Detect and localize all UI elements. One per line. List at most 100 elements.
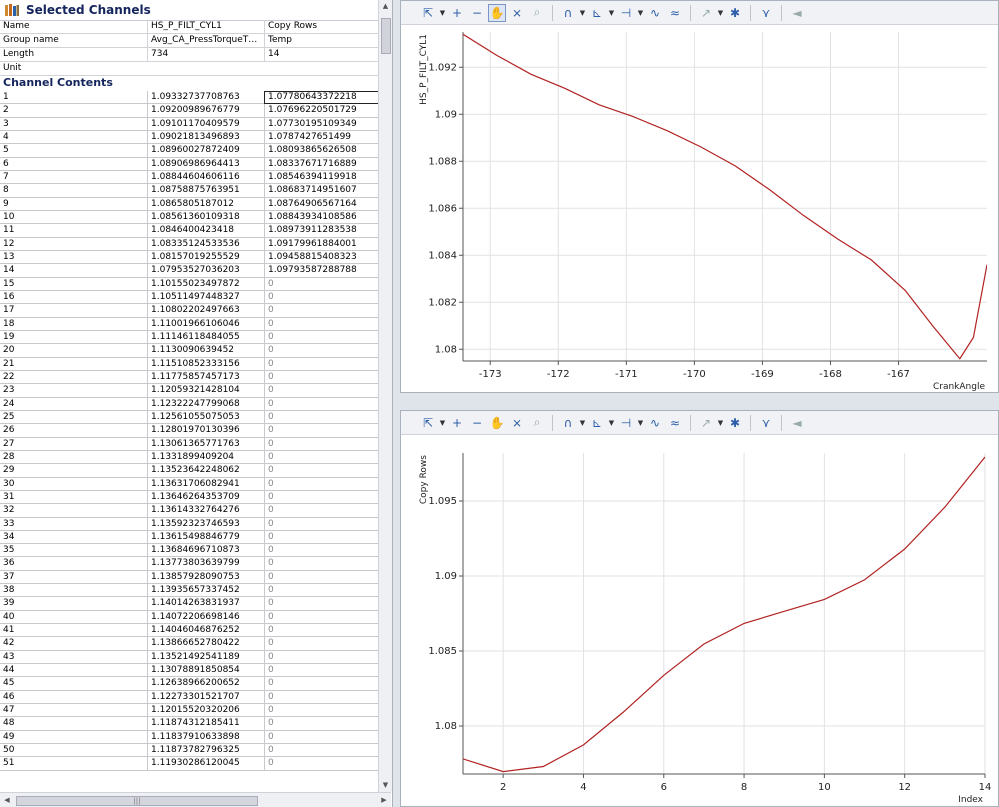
cell-copy-rows[interactable]: 1.08546394119918: [264, 170, 380, 185]
cell-copy-rows[interactable]: 0: [264, 477, 380, 491]
cell-copy-rows[interactable]: 0: [264, 597, 380, 611]
cell-copy-rows[interactable]: 1.07730195109349: [264, 117, 380, 131]
cell-hs-p-filt-cyl1[interactable]: 1.09101170409579: [147, 117, 265, 131]
table-row[interactable]: 43 1.13521492541189 0: [0, 650, 380, 665]
cell-hs-p-filt-cyl1[interactable]: 1.12273301521707: [147, 690, 265, 705]
cell-hs-p-filt-cyl1[interactable]: 1.14046046876252: [147, 624, 265, 638]
series-a-icon[interactable]: ∿: [646, 4, 664, 22]
meta-cell-v1[interactable]: 734: [147, 48, 265, 61]
cell-copy-rows[interactable]: 0: [264, 330, 380, 345]
cell-copy-rows[interactable]: 0: [264, 437, 380, 451]
vertical-scrollbar[interactable]: ▲ ▼: [378, 0, 392, 792]
marker-icon[interactable]: ⊣: [617, 414, 635, 432]
cell-copy-rows[interactable]: 0: [264, 664, 380, 678]
dropdown-arrow-icon[interactable]: ▼: [637, 4, 644, 22]
table-row[interactable]: 28 1.1331899409204 0: [0, 450, 380, 465]
table-row[interactable]: 50 1.11873782796325 0: [0, 744, 380, 758]
cell-hs-p-filt-cyl1[interactable]: 1.11930286120045: [147, 757, 265, 771]
cell-hs-p-filt-cyl1[interactable]: 1.13935657337452: [147, 584, 265, 598]
cell-hs-p-filt-cyl1[interactable]: 1.08157019255529: [147, 250, 265, 265]
mute-icon[interactable]: ◄: [788, 4, 806, 22]
table-row[interactable]: 33 1.13592323746593 0: [0, 517, 380, 531]
series-line[interactable]: [463, 33, 987, 360]
cell-copy-rows[interactable]: 0: [264, 290, 380, 305]
zoom-tool-icon[interactable]: ⌕: [528, 414, 546, 432]
scroll-left-icon[interactable]: ◀: [0, 793, 14, 807]
meta-cell-v1[interactable]: Avg_CA_PressTorqueT…: [147, 34, 265, 47]
table-row[interactable]: 13 1.08157019255529 1.09458815408323: [0, 250, 380, 265]
cell-copy-rows[interactable]: 0: [264, 410, 380, 425]
cell-hs-p-filt-cyl1[interactable]: 1.1331899409204: [147, 450, 265, 465]
curve-style-icon[interactable]: ∩: [559, 414, 577, 432]
cell-hs-p-filt-cyl1[interactable]: 1.13521492541189: [147, 650, 265, 665]
table-row[interactable]: 34 1.13615498846779 0: [0, 530, 380, 545]
series-b-icon[interactable]: ≈: [666, 4, 684, 22]
cell-hs-p-filt-cyl1[interactable]: 1.08844604606116: [147, 170, 265, 185]
table-row[interactable]: 15 1.10155023497872 0: [0, 277, 380, 291]
zoom-in-icon[interactable]: +: [448, 414, 466, 432]
cell-copy-rows[interactable]: 0: [264, 317, 380, 331]
table-row[interactable]: 51 1.11930286120045 0: [0, 757, 380, 771]
cell-copy-rows[interactable]: 0: [264, 530, 380, 545]
cell-hs-p-filt-cyl1[interactable]: 1.13614332764276: [147, 504, 265, 518]
table-row[interactable]: 41 1.14046046876252 0: [0, 624, 380, 638]
table-row[interactable]: 12 1.08335124533536 1.09179961884001: [0, 237, 380, 251]
table-row[interactable]: 23 1.12059321428104 0: [0, 384, 380, 398]
cell-copy-rows[interactable]: 0: [264, 450, 380, 465]
cell-hs-p-filt-cyl1[interactable]: 1.11001966106046: [147, 317, 265, 331]
cell-copy-rows[interactable]: 0: [264, 464, 380, 478]
cell-hs-p-filt-cyl1[interactable]: 1.11775857457173: [147, 370, 265, 385]
cell-copy-rows[interactable]: 0: [264, 397, 380, 411]
zoom-in-icon[interactable]: +: [448, 4, 466, 22]
cell-copy-rows[interactable]: 0: [264, 370, 380, 385]
cell-copy-rows[interactable]: 0: [264, 584, 380, 598]
mute-icon[interactable]: ◄: [788, 414, 806, 432]
pin-icon[interactable]: ✱: [726, 414, 744, 432]
cell-copy-rows[interactable]: 1.0787427651499: [264, 130, 380, 145]
pin-icon[interactable]: ✱: [726, 4, 744, 22]
dropdown-arrow-icon[interactable]: ▼: [579, 4, 586, 22]
cell-hs-p-filt-cyl1[interactable]: 1.12638966200652: [147, 677, 265, 691]
table-row[interactable]: 10 1.08561360109318 1.08843934108586: [0, 210, 380, 225]
cell-copy-rows[interactable]: 1.09179961884001: [264, 237, 380, 251]
axis-options-icon[interactable]: ⊾: [588, 4, 606, 22]
trend-icon[interactable]: ↗: [697, 414, 715, 432]
series-line[interactable]: [463, 456, 985, 773]
cell-copy-rows[interactable]: 0: [264, 757, 380, 771]
table-row[interactable]: 39 1.14014263831937 0: [0, 597, 380, 611]
cell-copy-rows[interactable]: 0: [264, 677, 380, 691]
pan-hand-icon[interactable]: ✋: [488, 3, 506, 22]
zoom-reset-icon[interactable]: ⨯: [508, 414, 526, 432]
table-row[interactable]: 19 1.11146118484055 0: [0, 330, 380, 345]
table-row[interactable]: 29 1.13523642248062 0: [0, 464, 380, 478]
cell-hs-p-filt-cyl1[interactable]: 1.13866652780422: [147, 637, 265, 651]
dropdown-arrow-icon[interactable]: ▼: [717, 4, 724, 22]
table-row[interactable]: 44 1.13078891850854 0: [0, 664, 380, 678]
cell-copy-rows[interactable]: 1.09793587288788: [264, 264, 380, 278]
cell-copy-rows[interactable]: 0: [264, 504, 380, 518]
cell-copy-rows[interactable]: 1.08764906567164: [264, 197, 380, 211]
cell-copy-rows[interactable]: 0: [264, 744, 380, 758]
table-row[interactable]: 21 1.11510852333156 0: [0, 357, 380, 371]
table-row[interactable]: 24 1.12322247799068 0: [0, 397, 380, 411]
series-b-icon[interactable]: ≈: [666, 414, 684, 432]
cell-hs-p-filt-cyl1[interactable]: 1.09021813496893: [147, 130, 265, 145]
table-row[interactable]: 7 1.08844604606116 1.08546394119918: [0, 170, 380, 185]
table-row[interactable]: 49 1.11837910633898 0: [0, 730, 380, 745]
cell-hs-p-filt-cyl1[interactable]: 1.12801970130396: [147, 424, 265, 438]
cell-copy-rows[interactable]: 0: [264, 717, 380, 731]
cell-hs-p-filt-cyl1[interactable]: 1.0865805187012: [147, 197, 265, 211]
cell-hs-p-filt-cyl1[interactable]: 1.13684696710873: [147, 544, 265, 558]
cell-copy-rows[interactable]: 1.08093865626508: [264, 144, 380, 158]
cell-copy-rows[interactable]: 0: [264, 650, 380, 665]
cell-copy-rows[interactable]: 1.08973911283538: [264, 224, 380, 238]
cell-hs-p-filt-cyl1[interactable]: 1.1130090639452: [147, 344, 265, 358]
table-row[interactable]: 22 1.11775857457173 0: [0, 370, 380, 385]
cell-copy-rows[interactable]: 0: [264, 690, 380, 705]
table-row[interactable]: 47 1.12015520320206 0: [0, 704, 380, 718]
cell-hs-p-filt-cyl1[interactable]: 1.09200989676779: [147, 104, 265, 118]
cell-hs-p-filt-cyl1[interactable]: 1.10802202497663: [147, 304, 265, 318]
table-row[interactable]: 16 1.10511497448327 0: [0, 290, 380, 305]
dropdown-arrow-icon[interactable]: ▼: [608, 414, 615, 432]
table-row[interactable]: 4 1.09021813496893 1.0787427651499: [0, 130, 380, 145]
